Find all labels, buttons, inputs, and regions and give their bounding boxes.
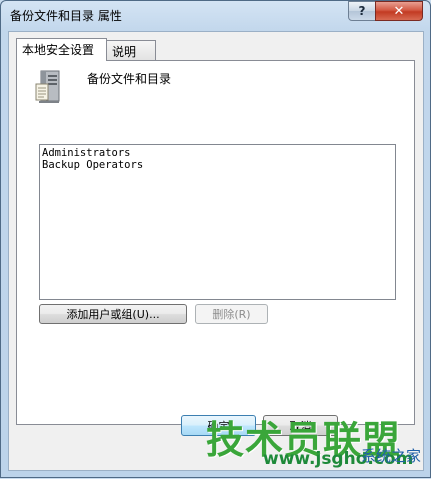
- close-button[interactable]: ✕: [375, 1, 423, 21]
- watermark-tag: 系统之家: [361, 447, 422, 465]
- server-icon: [35, 70, 60, 103]
- tab-explain[interactable]: 说明: [106, 40, 156, 60]
- title-bar[interactable]: 备份文件和目录 属性 ? ✕: [1, 1, 430, 31]
- add-user-or-group-button[interactable]: 添加用户或组(U)...: [39, 304, 187, 324]
- list-item[interactable]: Administrators: [42, 147, 393, 159]
- list-item[interactable]: Backup Operators: [42, 159, 393, 171]
- tab-local-security-setting[interactable]: 本地安全设置: [16, 38, 107, 61]
- watermark: 技术员联盟 www.jsgho.com 系统之家: [201, 409, 431, 479]
- tab-panel: 备份文件和目录 Administrators Backup Operators …: [16, 60, 415, 425]
- remove-button[interactable]: 删除(R): [195, 304, 268, 324]
- help-button[interactable]: ?: [348, 1, 376, 21]
- window-title: 备份文件和目录 属性: [10, 9, 122, 23]
- policy-name: 备份文件和目录: [87, 72, 172, 86]
- properties-dialog: 备份文件和目录 属性 ? ✕ 本地安全设置 说明 备份文件和目录 Adminis…: [0, 0, 431, 478]
- members-listbox[interactable]: Administrators Backup Operators: [39, 144, 396, 300]
- dialog-client-area: 本地安全设置 说明 备份文件和目录 Administrators Backup …: [8, 31, 424, 471]
